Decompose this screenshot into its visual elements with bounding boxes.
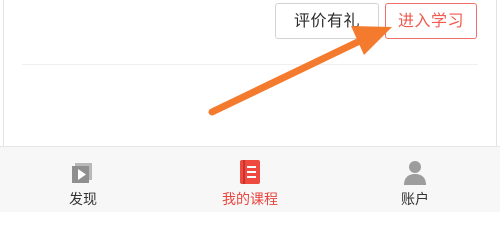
bottom-tab-bar: 发现 我的课程 账户	[0, 146, 500, 212]
play-video-icon	[72, 163, 92, 183]
content-divider	[22, 64, 478, 65]
tab-discover[interactable]: 发现	[28, 147, 138, 213]
course-screen: 评价有礼 进入学习 发现 我的课程 账户	[0, 0, 500, 212]
tab-label: 我的课程	[222, 192, 278, 208]
enter-study-button[interactable]: 进入学习	[385, 3, 477, 39]
course-book-icon	[240, 160, 260, 184]
user-avatar-icon	[404, 161, 426, 185]
left-frame-line	[3, 0, 4, 146]
right-frame-line	[496, 0, 497, 146]
tab-label: 账户	[401, 192, 429, 208]
review-reward-button[interactable]: 评价有礼	[275, 3, 379, 39]
tab-my-courses[interactable]: 我的课程	[195, 147, 305, 213]
tab-label: 发现	[69, 192, 97, 208]
tab-account[interactable]: 账户	[360, 147, 470, 213]
